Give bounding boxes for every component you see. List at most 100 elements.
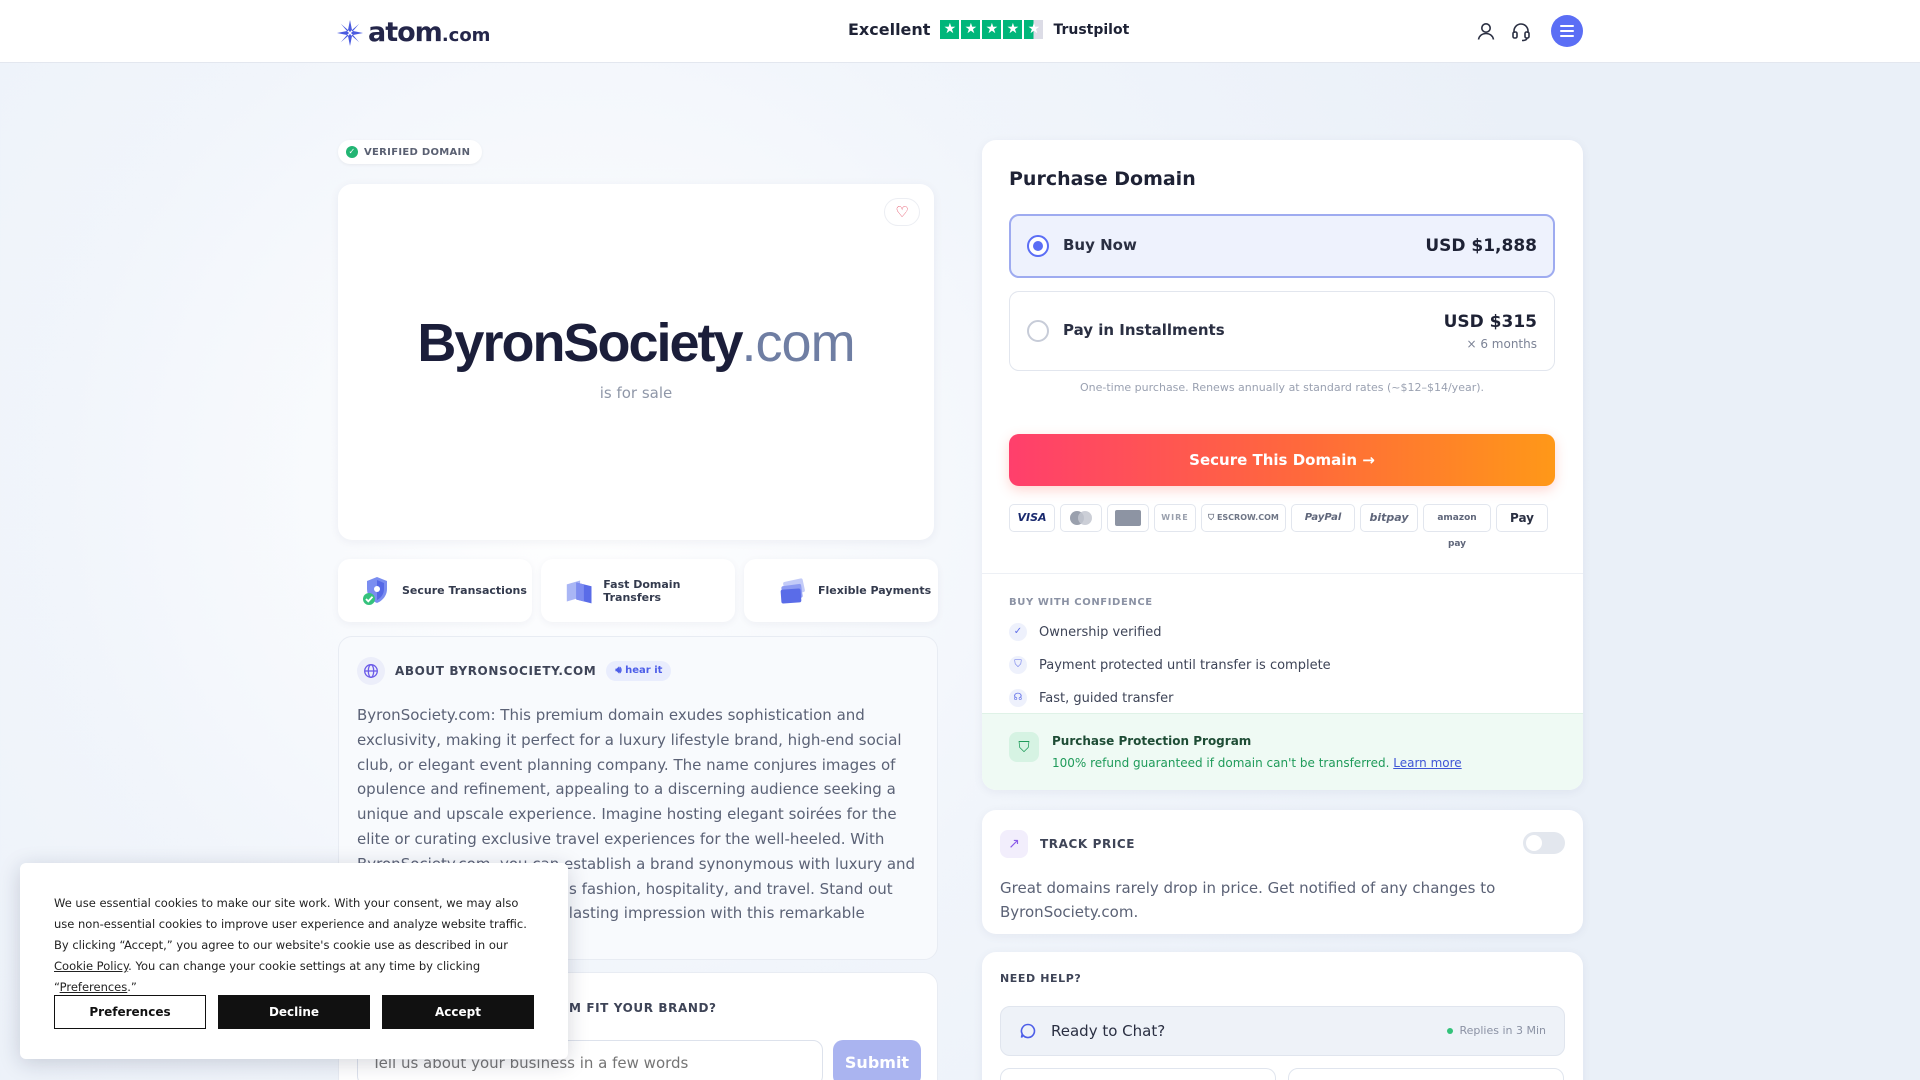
purchase-protection-banner: ⛉ Purchase Protection Program 100% refun…	[982, 713, 1583, 790]
star-icon: ★	[940, 20, 960, 39]
logo-tld: .com	[441, 25, 491, 46]
for-sale-tagline: is for sale	[599, 384, 673, 402]
atom-star-icon	[337, 19, 363, 46]
arrow-right-icon: →	[1362, 451, 1375, 469]
check-circle-icon: ✓	[1009, 623, 1027, 641]
headset-icon[interactable]	[1510, 20, 1532, 42]
cookie-text: We use essential cookies to make our sit…	[54, 893, 542, 998]
shield-icon: ⛉	[1208, 513, 1217, 522]
wire-logo: WIRE	[1154, 504, 1196, 532]
replies-label: Replies in 3 Min	[1459, 1024, 1546, 1037]
domain-tld: .com	[741, 313, 856, 373]
replies-status: Replies in 3 Min	[1447, 1024, 1546, 1037]
logo-word: atom	[368, 17, 443, 48]
hear-it-label: hear it	[625, 665, 663, 676]
cookie-text-part: .”	[127, 980, 137, 994]
trustpilot-brand: Trustpilot	[1053, 21, 1130, 38]
confidence-item: ⛉ Payment protected until transfer is co…	[1009, 656, 1331, 674]
half-star-icon: ★	[1024, 20, 1044, 39]
feature-label: Fast Domain Transfers	[603, 577, 681, 604]
visa-logo: VISA	[1009, 504, 1055, 532]
bitpay-logo: bitpay	[1360, 504, 1418, 532]
feature-fast-transfers: Fast Domain Transfers	[541, 559, 735, 622]
buy-now-radio[interactable]	[1027, 235, 1049, 257]
top-header: atom .com Excellent ★ ★ ★ ★ ★ Trustpilot	[0, 0, 1920, 63]
cookie-consent-banner: We use essential cookies to make our sit…	[20, 863, 568, 1059]
protection-title: Purchase Protection Program	[1052, 734, 1252, 748]
user-icon[interactable]	[1475, 20, 1497, 42]
ready-to-chat-button[interactable]: Ready to Chat? Replies in 3 Min	[1000, 1006, 1565, 1056]
protection-text: 100% refund guaranteed if domain can't b…	[1052, 756, 1462, 770]
protection-description: 100% refund guaranteed if domain can't b…	[1052, 756, 1390, 770]
domain-name-display: ByronSociety.com	[338, 312, 934, 374]
shield-check-icon	[363, 576, 387, 605]
track-price-title: TRACK PRICE	[1040, 837, 1136, 851]
submit-button[interactable]: Submit	[833, 1040, 921, 1080]
buy-with-confidence: BUY WITH CONFIDENCE ✓ Ownership verified…	[982, 573, 1583, 707]
amazon-pay-logo: amazon pay	[1423, 504, 1491, 549]
option-price: USD $1,888	[1425, 236, 1537, 256]
option-label: Pay in Installments	[1063, 321, 1225, 339]
escrow-label: ESCROW.COM	[1216, 513, 1279, 522]
confidence-label: Payment protected until transfer is comp…	[1039, 657, 1331, 673]
cookie-preferences-button[interactable]: Preferences	[54, 995, 206, 1029]
cookie-decline-button[interactable]: Decline	[218, 995, 370, 1029]
headset-icon: ☊	[1009, 689, 1027, 707]
escrow-logo: ⛉ ESCROW.COM	[1201, 504, 1286, 532]
buy-now-option[interactable]: Buy Now USD $1,888	[1009, 214, 1555, 278]
speaker-icon: 🔊︎	[615, 665, 626, 676]
card-stack-icon	[780, 577, 805, 604]
online-dot-icon	[1447, 1027, 1454, 1034]
preferences-link[interactable]: Preferences	[60, 980, 128, 994]
need-help-card: NEED HELP? Ready to Chat? Replies in 3 M…	[982, 952, 1583, 1080]
about-title: ABOUT BYRONSOCIETY.COM	[395, 664, 597, 678]
domain-name: ByronSociety	[417, 313, 743, 373]
trend-up-icon: ↗	[1000, 830, 1028, 858]
secure-button-label: Secure This Domain	[1189, 451, 1358, 469]
feature-label: Flexible Payments	[818, 584, 932, 597]
star-icon: ★	[982, 20, 1002, 39]
domain-showcase-card: ♡ ByronSociety.com is for sale	[338, 184, 934, 540]
shield-check-icon: ⛉	[1009, 732, 1039, 762]
option-label: Buy Now	[1063, 236, 1137, 254]
help-option-button[interactable]	[1288, 1068, 1564, 1080]
transfer-cards-icon	[566, 580, 592, 603]
atom-logo[interactable]: atom .com	[336, 17, 490, 48]
apple-pay-label: Pay	[1509, 511, 1535, 525]
chat-label: Ready to Chat?	[1051, 1022, 1166, 1040]
mastercard-logo	[1060, 504, 1102, 532]
shield-icon: ⛉	[1009, 656, 1027, 674]
brand-fit-question: M FIT YOUR BRAND?	[569, 1001, 717, 1015]
learn-more-link[interactable]: Learn more	[1393, 756, 1461, 770]
menu-button[interactable]	[1551, 15, 1583, 47]
chat-bubble-icon	[1020, 1023, 1036, 1039]
confidence-title: BUY WITH CONFIDENCE	[1009, 597, 1153, 608]
track-price-description: Great domains rarely drop in price. Get …	[1000, 879, 1496, 921]
hear-it-button[interactable]: 🔊︎ hear it	[606, 661, 672, 681]
installments-option[interactable]: Pay in Installments USD $315 × 6 months	[1009, 291, 1555, 371]
option-price: USD $315	[1443, 312, 1537, 332]
apple-pay-logo: Pay	[1496, 504, 1548, 532]
help-option-button[interactable]	[1000, 1068, 1276, 1080]
trustpilot-rating[interactable]: Excellent ★ ★ ★ ★ ★ Trustpilot	[848, 20, 1129, 39]
globe-icon	[357, 657, 385, 685]
feature-label: Secure Transactions	[402, 584, 527, 597]
cookie-accept-button[interactable]: Accept	[382, 995, 534, 1029]
confidence-item: ☊ Fast, guided transfer	[1009, 689, 1173, 707]
option-subtext: × 6 months	[1466, 337, 1537, 351]
purchase-title: Purchase Domain	[1009, 168, 1196, 190]
installments-radio[interactable]	[1027, 320, 1049, 342]
verified-label: VERIFIED DOMAIN	[364, 146, 471, 158]
track-price-toggle[interactable]	[1523, 832, 1565, 854]
about-header: ABOUT BYRONSOCIETY.COM 🔊︎ hear it	[357, 657, 672, 685]
secure-domain-button[interactable]: Secure This Domain →	[1009, 434, 1555, 486]
purchase-domain-card: Purchase Domain Buy Now USD $1,888 Pay i…	[982, 140, 1583, 790]
cookie-policy-link[interactable]: Cookie Policy	[54, 959, 128, 973]
renewal-note: One-time purchase. Renews annually at st…	[1079, 381, 1485, 394]
favorite-heart-button[interactable]: ♡	[884, 198, 920, 226]
verified-domain-badge: ✓ VERIFIED DOMAIN	[338, 140, 483, 164]
cookie-text-part: We use essential cookies to make our sit…	[54, 896, 527, 952]
feature-secure-transactions: Secure Transactions	[338, 559, 532, 622]
trust-stars: ★ ★ ★ ★ ★	[940, 20, 1044, 39]
trust-rating-label: Excellent	[848, 20, 931, 39]
